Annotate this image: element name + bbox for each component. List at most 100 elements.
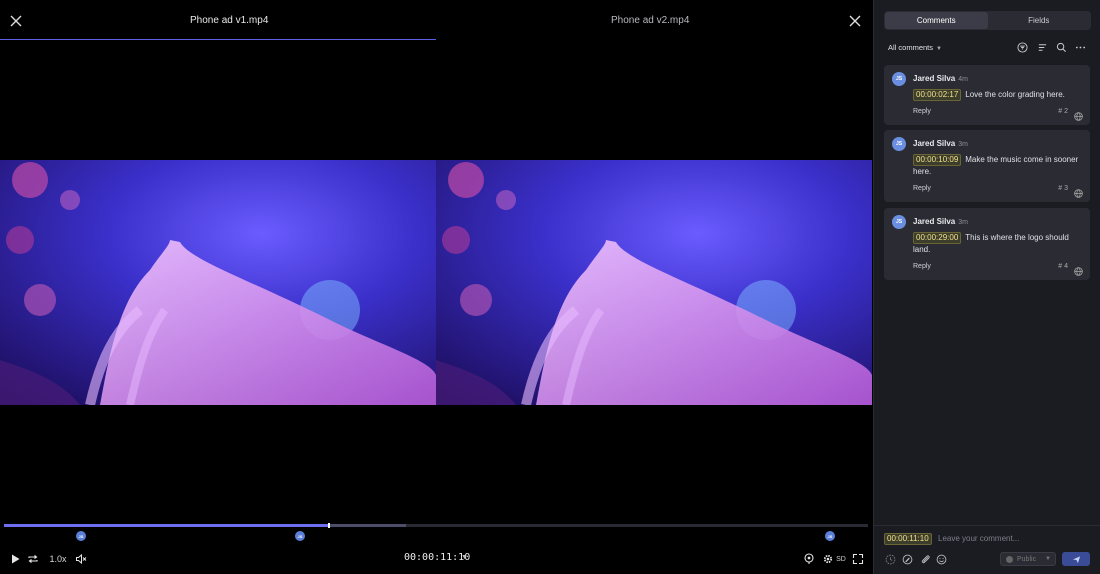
draw-icon bbox=[902, 554, 912, 564]
comment-filter-bar: All comments ▼ bbox=[888, 41, 1088, 55]
clock-button[interactable] bbox=[884, 553, 896, 565]
globe-icon bbox=[1006, 555, 1013, 563]
globe-icon bbox=[1074, 108, 1083, 121]
attach-button[interactable] bbox=[919, 553, 931, 565]
paperclip-icon bbox=[921, 554, 930, 563]
chevron-down-icon: ▼ bbox=[936, 46, 942, 52]
close-left-button[interactable] bbox=[7, 12, 25, 30]
close-icon bbox=[10, 15, 22, 27]
comment-body: 00:00:29:00 This is where the logo should… bbox=[913, 232, 1081, 256]
mute-button[interactable] bbox=[74, 551, 88, 567]
comment-body: 00:00:10:09 Make the music come in sooner… bbox=[913, 154, 1081, 178]
video-viewer: Phone ad v1.mp4 Phone ad v2.mp4 JS JS JS… bbox=[0, 0, 872, 574]
play-button[interactable] bbox=[8, 551, 22, 567]
comment-timecode[interactable]: 00:00:02:17 bbox=[913, 89, 962, 101]
comments-panel: Comments Fields All comments ▼ JS Jared S… bbox=[873, 0, 1100, 574]
visibility-dropdown[interactable]: Public ▼ bbox=[1000, 552, 1056, 566]
panel-tabs: Comments Fields bbox=[884, 11, 1091, 30]
timeline-scrubber[interactable] bbox=[4, 523, 868, 528]
comment-body: 00:00:02:17 Love the color grading here. bbox=[913, 89, 1081, 101]
app-root: Phone ad v1.mp4 Phone ad v2.mp4 JS JS JS… bbox=[0, 0, 1100, 574]
filter-icon bbox=[1016, 41, 1028, 53]
expand-icon bbox=[852, 553, 864, 565]
composer-timecode[interactable]: 00:00:11:10 bbox=[884, 533, 932, 545]
comment-number: # 4 bbox=[1058, 263, 1068, 270]
comment-timecode[interactable]: 00:00:10:09 bbox=[913, 154, 962, 166]
filter-button[interactable] bbox=[1016, 41, 1028, 53]
comment-card[interactable]: JS Jared Silva 3m 00:00:10:09 Make the mus… bbox=[884, 130, 1090, 202]
filter-label: All comments bbox=[888, 43, 934, 52]
active-tab-indicator bbox=[0, 39, 436, 40]
avatar: JS bbox=[892, 137, 906, 151]
comment-number: # 3 bbox=[1058, 185, 1068, 192]
comment-timecode[interactable]: 00:00:29:00 bbox=[913, 232, 962, 244]
location-pin-icon bbox=[804, 553, 814, 564]
close-icon bbox=[849, 15, 861, 27]
comment-header: Jared Silva 3m bbox=[913, 217, 968, 226]
emoji-button[interactable] bbox=[935, 553, 947, 565]
video-still bbox=[0, 160, 436, 405]
quality-label[interactable]: SD bbox=[835, 551, 847, 567]
send-button[interactable] bbox=[1062, 552, 1090, 566]
speaker-muted-icon bbox=[76, 553, 87, 565]
tab-version-2[interactable]: Phone ad v2.mp4 bbox=[611, 15, 689, 26]
visibility-label: Public bbox=[1017, 555, 1037, 563]
comment-card[interactable]: JS Jared Silva 3m 00:00:29:00 This is wher… bbox=[884, 208, 1090, 280]
playback-controls: 1.0x 00:00:11:10 ▼ SD bbox=[0, 548, 872, 570]
globe-icon bbox=[1074, 185, 1083, 198]
annotate-button[interactable] bbox=[802, 551, 816, 567]
video-frame-v1[interactable] bbox=[0, 160, 436, 405]
fullscreen-button[interactable] bbox=[851, 551, 865, 567]
tab-fields[interactable]: Fields bbox=[988, 12, 1091, 29]
comment-filter-dropdown[interactable]: All comments ▼ bbox=[888, 43, 942, 52]
avatar: JS bbox=[892, 215, 906, 229]
settings-button[interactable] bbox=[821, 551, 835, 567]
timeline-progress bbox=[4, 524, 328, 527]
comment-marker[interactable]: JS bbox=[295, 531, 305, 541]
comment-author: Jared Silva bbox=[913, 139, 956, 148]
comment-marker[interactable]: JS bbox=[825, 531, 835, 541]
close-right-button[interactable] bbox=[846, 12, 864, 30]
comment-header: Jared Silva 3m bbox=[913, 139, 968, 148]
search-icon bbox=[1056, 42, 1066, 52]
loop-icon bbox=[28, 555, 38, 563]
comment-composer: 00:00:11:10 Public ▼ bbox=[874, 525, 1100, 574]
comment-number: # 2 bbox=[1058, 108, 1068, 115]
gear-icon bbox=[823, 554, 833, 564]
send-icon bbox=[1072, 555, 1080, 563]
chevron-down-icon: ▼ bbox=[1045, 556, 1051, 562]
more-options-button[interactable] bbox=[1074, 41, 1086, 53]
comment-time: 3m bbox=[958, 141, 968, 148]
tab-version-1[interactable]: Phone ad v1.mp4 bbox=[190, 15, 268, 26]
comment-author: Jared Silva bbox=[913, 217, 956, 226]
clock-icon bbox=[885, 554, 895, 564]
reply-button[interactable]: Reply bbox=[913, 108, 931, 115]
reply-button[interactable]: Reply bbox=[913, 263, 931, 270]
viewer-topbar: Phone ad v1.mp4 Phone ad v2.mp4 bbox=[0, 0, 872, 40]
comment-marker[interactable]: JS bbox=[76, 531, 86, 541]
sort-icon bbox=[1038, 43, 1046, 51]
comment-time: 3m bbox=[958, 219, 968, 226]
video-frame-v2[interactable] bbox=[436, 160, 872, 405]
chevron-down-icon[interactable]: ▼ bbox=[461, 554, 468, 561]
search-button[interactable] bbox=[1055, 41, 1067, 53]
playhead[interactable] bbox=[328, 523, 330, 528]
video-still bbox=[436, 160, 872, 405]
more-horizontal-icon bbox=[1075, 46, 1085, 48]
play-icon bbox=[12, 554, 20, 564]
emoji-icon bbox=[936, 554, 946, 564]
comment-time: 4m bbox=[958, 76, 968, 83]
playback-speed-button[interactable]: 1.0x bbox=[48, 551, 68, 567]
draw-button[interactable] bbox=[901, 553, 913, 565]
comment-input[interactable] bbox=[938, 531, 1088, 545]
reply-button[interactable]: Reply bbox=[913, 185, 931, 192]
avatar: JS bbox=[892, 72, 906, 86]
comment-card[interactable]: JS Jared Silva 4m 00:00:02:17 Love the col… bbox=[884, 65, 1090, 125]
comment-header: Jared Silva 4m bbox=[913, 74, 968, 83]
comment-author: Jared Silva bbox=[913, 74, 956, 83]
sort-button[interactable] bbox=[1036, 41, 1048, 53]
loop-button[interactable] bbox=[26, 551, 40, 567]
comment-text: Love the color grading here. bbox=[965, 90, 1065, 99]
tab-comments[interactable]: Comments bbox=[885, 12, 988, 29]
globe-icon bbox=[1074, 263, 1083, 276]
